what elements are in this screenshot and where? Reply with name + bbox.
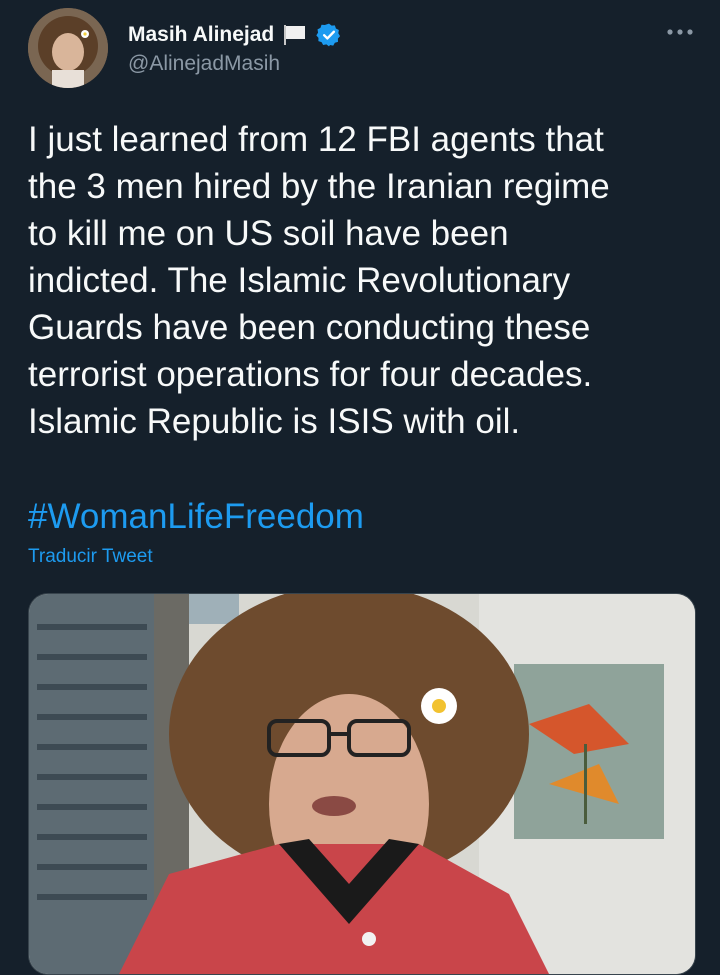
hashtag-link[interactable]: #WomanLifeFreedom [28,493,364,540]
white-flag-icon [284,25,306,45]
verified-badge-icon [316,23,341,47]
tweet-media-video[interactable] [28,593,696,975]
avatar[interactable] [28,8,108,88]
video-thumbnail [29,594,695,974]
display-name[interactable]: Masih Alinejad [128,23,274,47]
translate-tweet-link[interactable]: Traducir Tweet [28,546,153,568]
name-row: Masih Alinejad [128,22,342,48]
tweet-header: Masih Alinejad @AlinejadMasih [28,8,700,92]
user-handle[interactable]: @AlinejadMasih [128,52,280,76]
avatar-image [28,8,108,88]
more-options-icon[interactable] [664,22,696,42]
tweet-text: I just learned from 12 FBI agents that t… [28,120,610,441]
